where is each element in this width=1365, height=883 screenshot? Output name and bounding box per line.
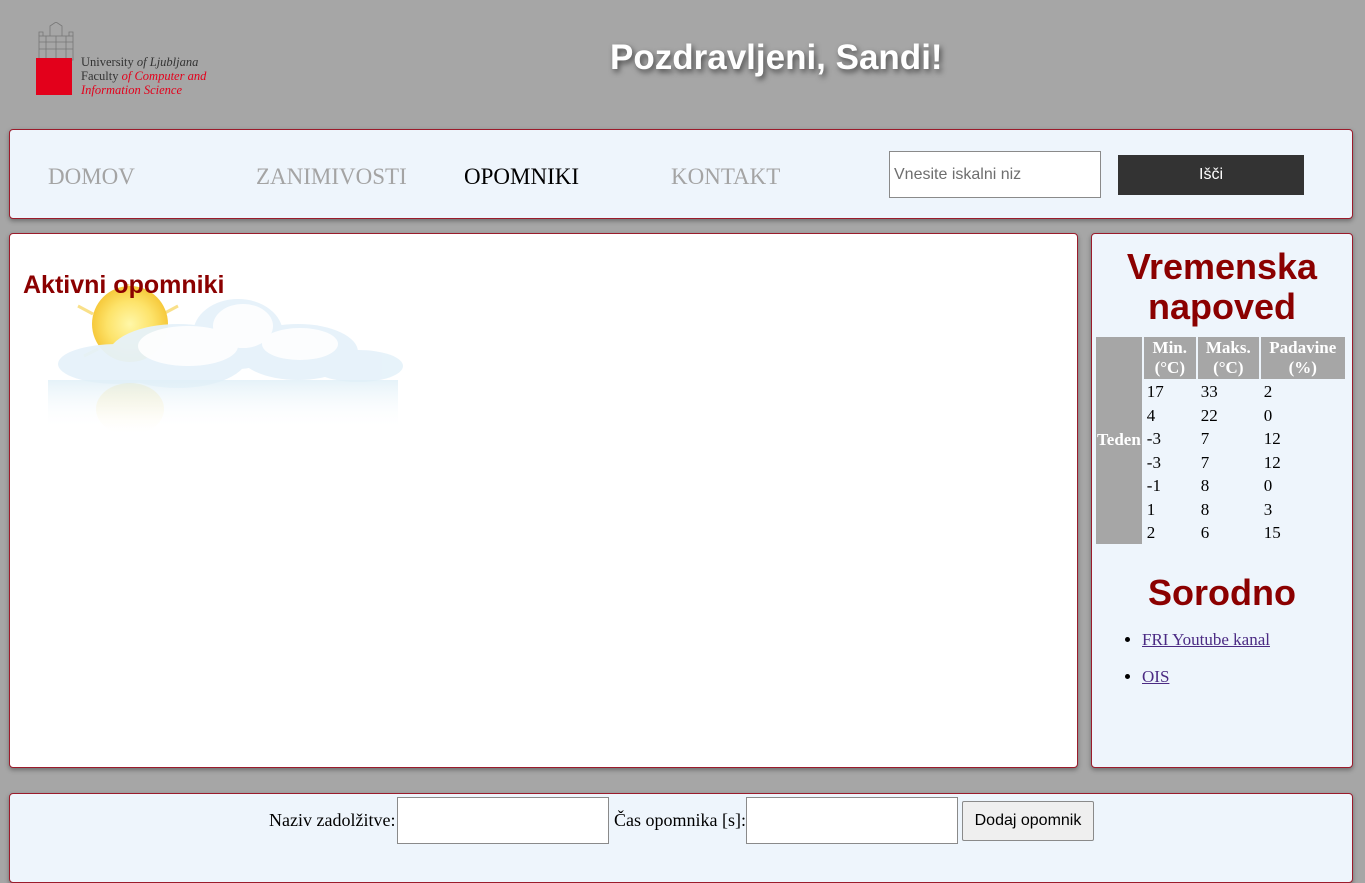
weather-table: Teden Min. (°C) Maks. (°C) Padavine (%) 17 3… (1094, 335, 1347, 546)
cell-min: 17 (1146, 382, 1164, 401)
cell-max: 7 (1200, 452, 1210, 472)
cell-max: 7 (1200, 429, 1210, 448)
cell-max: 8 (1200, 476, 1210, 495)
faculty-logo: University of Ljubljana Faculty of Compu… (30, 18, 230, 102)
list-item: FRI Youtube kanal (1142, 630, 1270, 650)
cell-max: 33 (1200, 382, 1218, 401)
sidebar: Vremenska napoved Teden Min. (°C) Maks. (°… (1091, 233, 1353, 768)
cell-rain: 2 (1263, 382, 1273, 401)
nav-item-kontakt[interactable]: KONTAKT (671, 164, 780, 190)
related-title: Sorodno (1148, 572, 1296, 613)
col-min-header: Min. (°C) (1143, 337, 1196, 379)
link-fri-youtube[interactable]: FRI Youtube kanal (1142, 630, 1270, 649)
week-row-header: Teden (1096, 337, 1142, 544)
task-name-label: Naziv zadolžitve: (269, 810, 396, 830)
col-rain-header: Padavine (%) (1260, 337, 1345, 379)
add-reminder-button[interactable]: Dodaj opomnik (962, 801, 1094, 841)
cell-rain: 0 (1263, 405, 1273, 425)
weather-table-header: Teden Min. (°C) Maks. (°C) Padavine (%) (1096, 337, 1345, 544)
cell-min: 1 (1146, 499, 1156, 519)
cell-rain: 0 (1263, 476, 1273, 495)
reminder-time-input[interactable] (746, 797, 958, 844)
logo-line-3: Information Science (81, 83, 183, 97)
cell-min: -3 (1146, 429, 1161, 448)
task-name-input[interactable] (397, 797, 609, 844)
col-max-header: Maks. (°C) (1197, 337, 1259, 379)
reminders-panel: Aktivni opomniki (9, 233, 1078, 768)
weather-title: Vremenska napoved (1126, 246, 1318, 327)
nav-bar: DOMOV ZANIMIVOSTI OPOMNIKI KONTAKT Išči (9, 129, 1353, 219)
logo-line-1: University of Ljubljana (81, 55, 199, 69)
cell-max: 8 (1200, 499, 1210, 519)
cell-rain: 12 (1263, 452, 1281, 472)
sun-behind-cloud-icon (48, 284, 403, 435)
link-ois[interactable]: OIS (1142, 667, 1169, 686)
logo-red-square (36, 58, 72, 95)
nav-item-zanimivosti[interactable]: ZANIMIVOSTI (256, 164, 407, 190)
nav-item-domov[interactable]: DOMOV (48, 164, 135, 190)
cell-rain: 12 (1263, 429, 1281, 448)
nav-item-opomniki[interactable]: OPOMNIKI (464, 164, 579, 190)
add-reminder-form: Naziv zadolžitve: Čas opomnika [s]: Doda… (9, 793, 1353, 883)
cell-max: 6 (1200, 523, 1210, 542)
reminder-time-label: Čas opomnika [s]: (614, 810, 746, 830)
related-links-list: FRI Youtube kanal OIS (1122, 630, 1270, 704)
cell-min: 4 (1146, 405, 1156, 425)
cell-max: 22 (1200, 405, 1218, 425)
reminders-title: Aktivni opomniki (23, 271, 225, 299)
search-input[interactable] (889, 151, 1101, 198)
cell-rain: 3 (1263, 499, 1273, 519)
search-button[interactable]: Išči (1118, 155, 1304, 195)
greeting-heading: Pozdravljeni, Sandi! (610, 38, 943, 77)
list-item: OIS (1142, 667, 1270, 687)
cell-min: -1 (1146, 476, 1161, 495)
castle-tower-icon (38, 22, 74, 61)
logo-line-2: Faculty of Computer and (81, 69, 207, 83)
cell-min: 2 (1146, 523, 1156, 542)
cell-rain: 15 (1263, 523, 1281, 542)
cell-min: -3 (1146, 452, 1161, 472)
